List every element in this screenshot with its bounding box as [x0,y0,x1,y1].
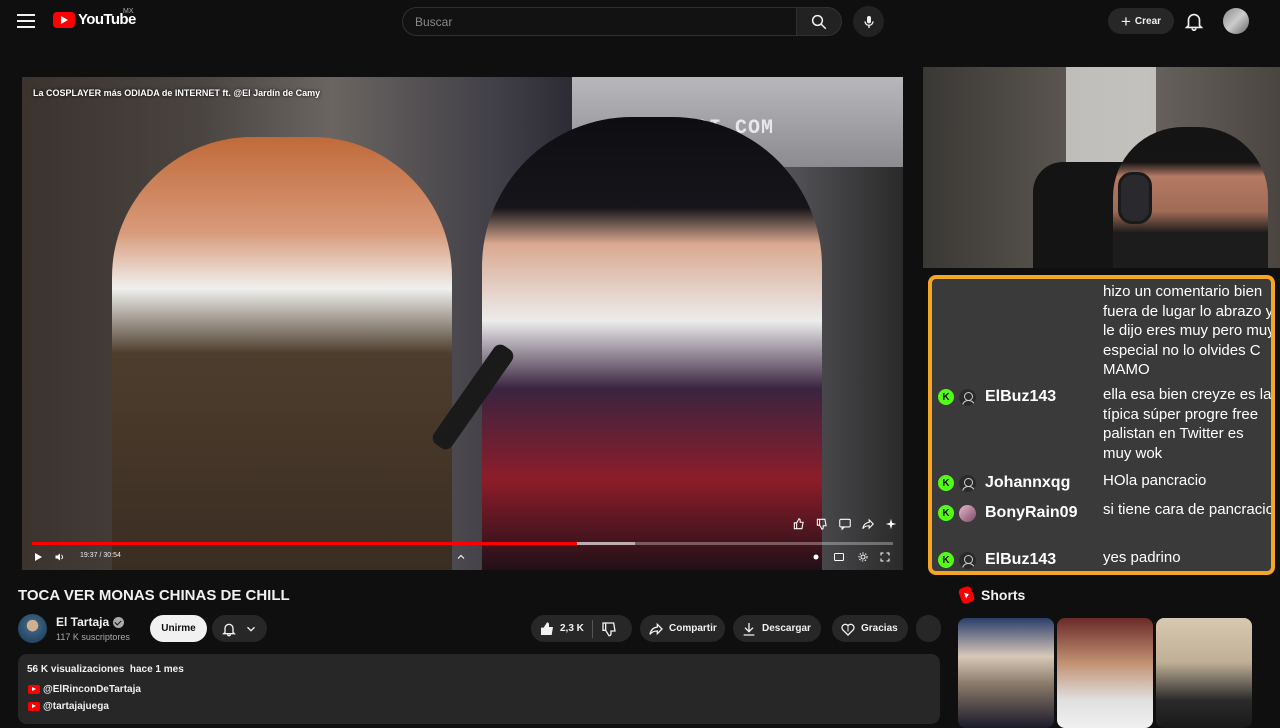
settings-gear-icon[interactable] [857,551,869,563]
kick-badge-icon: K [938,552,954,568]
share-icon[interactable] [861,517,875,531]
thanks-label: Gracias [861,623,898,634]
create-label: Crear [1134,15,1162,27]
chat-message-text: hizo un comentario bien fuera de lugar l… [1103,283,1275,378]
divider [591,619,593,638]
microphone-icon [863,15,874,28]
kick-badge-icon: K [938,505,954,521]
download-icon [743,622,755,636]
voice-search-button[interactable] [853,6,884,37]
sparkle-icon[interactable] [884,517,898,531]
like-count[interactable]: 2,3 K [560,623,584,634]
search-button[interactable] [796,7,842,36]
video-player[interactable]: .AIRSOFTGI.COM La COSPLAYER más ODIADA d… [22,77,903,570]
country-code: MX [123,8,134,15]
chat-message-text: HOla pancracio [1103,472,1207,489]
shorts-icon [957,585,976,605]
chevron-down-icon [246,626,255,632]
subscriber-count: 117 K suscriptores [56,632,130,642]
fullscreen-icon[interactable] [879,551,891,563]
channel-link[interactable]: @ElRinconDeTartaja [43,684,141,695]
description-link[interactable]: @ElRinconDeTartaja [28,684,141,695]
subscription-bell-button[interactable] [212,615,267,642]
comment-icon[interactable] [838,517,852,531]
channel-name[interactable]: El Tartaja [56,615,109,629]
shorts-heading: Shorts [957,585,1026,605]
video-meta: 56 K visualizaciones hace 1 mes [27,664,184,675]
search-input[interactable] [403,8,797,35]
cosplayer-right [482,117,822,570]
thumbs-up-icon[interactable] [792,517,806,531]
like-icon[interactable] [539,621,555,637]
user-icon [959,551,976,569]
time-display: 19:37 / 30:54 [80,552,121,559]
chat-username: ElBuz143 [985,388,1057,405]
like-dislike-group: 2,3 K [531,615,632,642]
download-button[interactable]: Descargar [733,615,821,642]
join-button[interactable]: Unirme [150,615,207,642]
share-label: Compartir [669,623,717,634]
description-box[interactable]: 56 K visualizaciones hace 1 mes @ElRinco… [18,654,940,724]
progress-fill [32,542,577,545]
description-link[interactable]: @tartajajuega [28,701,109,712]
video-overlay-title: La COSPLAYER más ODIADA de INTERNET ft. … [33,88,321,98]
cosplayer-left [112,137,452,570]
search-box [402,7,797,36]
youtube-play-icon [53,11,75,28]
video-title: TOCA VER MONAS CHINAS DE CHILL [18,587,290,604]
channel-avatar[interactable] [18,614,47,643]
youtube-logo[interactable]: YouTube MX [53,8,136,28]
more-actions-button[interactable] [916,615,941,642]
bell-icon [222,623,237,636]
chat-username: BonyRain09 [985,504,1078,521]
thanks-button[interactable]: Gracias [832,615,908,642]
kick-badge-icon: K [938,389,954,405]
short-thumbnail[interactable] [1057,618,1153,728]
menu-icon[interactable] [14,10,38,32]
plus-icon: + [1120,11,1131,31]
user-icon [959,474,976,492]
user-icon [959,388,976,406]
subtitles-icon[interactable] [833,551,845,563]
webcam-overlay [923,67,1280,268]
account-avatar[interactable] [1223,8,1249,34]
thumbs-down-icon[interactable] [815,517,829,531]
reaction-buttons [792,517,898,531]
autoplay-icon[interactable] [810,551,822,563]
share-button[interactable]: Compartir [640,615,725,642]
player-controls: 19:37 / 30:54 [30,549,895,567]
view-count: 56 K visualizaciones [27,664,125,675]
youtube-icon [28,685,40,694]
verified-badge-icon [113,616,125,628]
chat-username: ElBuz143 [985,551,1057,568]
chat-message-text: yes padrino [1103,549,1181,566]
download-label: Descargar [762,623,811,634]
search-icon [811,14,827,29]
upload-date: hace 1 mes [129,664,184,675]
short-thumbnail[interactable] [958,618,1054,728]
channel-name-row[interactable]: El Tartaja [56,615,125,629]
volume-icon[interactable] [54,551,66,563]
chat-message-text: ella esa bien creyze es la típica súper … [1103,386,1272,462]
chat-username: Johannxqg [985,474,1071,491]
shorts-title: Shorts [981,587,1026,603]
chevron-up-icon[interactable] [455,551,467,563]
heart-dollar-icon [841,623,855,636]
user-avatar [959,504,976,522]
dislike-icon[interactable] [601,621,617,637]
top-bar: YouTube MX + Crear [0,0,1280,44]
headset [1118,172,1152,224]
notifications-bell-icon[interactable] [1183,10,1205,32]
chat-overlay: hizo un comentario bien fuera de lugar l… [928,275,1275,575]
create-button[interactable]: + Crear [1108,8,1174,34]
kick-badge-icon: K [938,475,954,491]
youtube-icon [28,702,40,711]
share-icon [649,622,663,635]
chat-message-text: si tiene cara de pancracio [1103,501,1274,518]
channel-link[interactable]: @tartajajuega [43,701,109,712]
play-icon[interactable] [32,551,44,563]
short-thumbnail[interactable] [1156,618,1252,728]
progress-bar[interactable] [32,542,893,545]
